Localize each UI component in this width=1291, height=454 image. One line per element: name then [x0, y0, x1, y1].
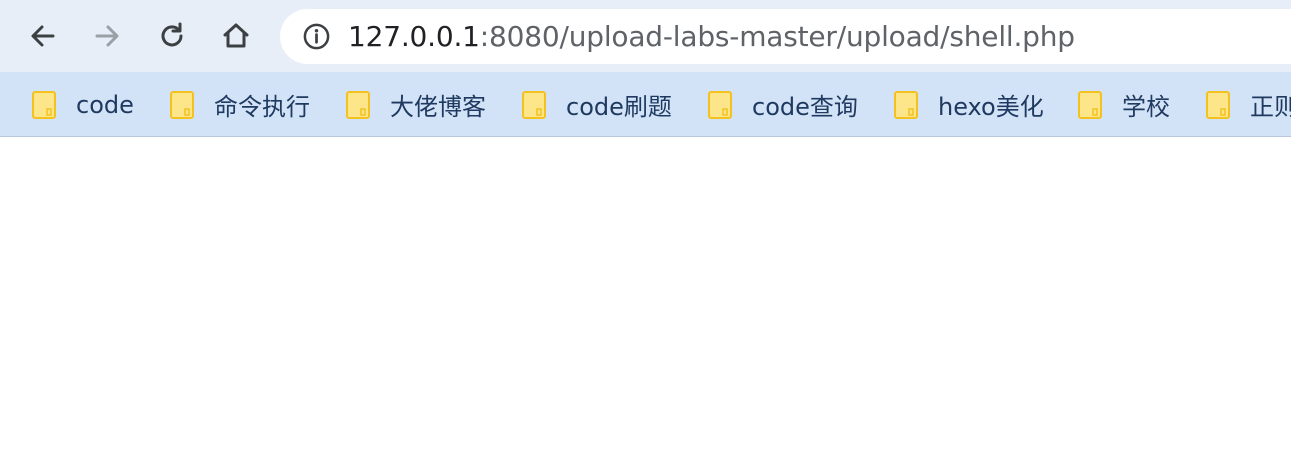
- url-host: 127.0.0.1: [348, 20, 480, 53]
- bookmark-folder[interactable]: code查询: [708, 72, 858, 136]
- bookmark-folder[interactable]: 正则: [1206, 72, 1291, 136]
- bookmark-folder[interactable]: code刷题: [522, 72, 672, 136]
- folder-icon: [32, 90, 56, 119]
- bookmark-folder[interactable]: 学校: [1078, 72, 1170, 136]
- bookmark-label: code查询: [752, 93, 858, 121]
- page-content: [0, 138, 1291, 454]
- back-button[interactable]: [22, 15, 64, 57]
- reload-button[interactable]: [151, 15, 193, 57]
- folder-icon: [708, 90, 732, 119]
- bookmark-folder[interactable]: 命令执行: [170, 72, 310, 136]
- info-icon[interactable]: [302, 22, 331, 51]
- bookmark-label: code刷题: [566, 93, 672, 121]
- folder-icon: [170, 90, 194, 119]
- arrow-left-icon: [31, 25, 55, 47]
- bookmark-label: 大佬博客: [390, 93, 486, 121]
- arrow-right-icon: [95, 25, 119, 47]
- bookmark-folder[interactable]: 大佬博客: [346, 72, 486, 136]
- bookmark-label: hexo美化: [938, 93, 1044, 121]
- folder-icon: [1206, 90, 1230, 119]
- browser-toolbar: 127.0.0.1:8080/upload-labs-master/upload…: [0, 0, 1291, 72]
- bookmark-label: 学校: [1122, 93, 1170, 121]
- bookmarks-bar: code 命令执行 大佬博客 code刷题 code查询 hexo美化 学校 正: [0, 72, 1291, 137]
- folder-icon: [1078, 90, 1102, 119]
- home-button[interactable]: [215, 15, 257, 57]
- folder-icon: [894, 90, 918, 119]
- bookmark-label: code: [76, 90, 134, 119]
- reload-icon: [161, 22, 183, 47]
- folder-icon: [522, 90, 546, 119]
- forward-button[interactable]: [86, 15, 128, 57]
- home-icon: [223, 23, 249, 48]
- bookmark-folder[interactable]: code: [32, 72, 134, 136]
- url-path: :8080/upload-labs-master/upload/shell.ph…: [479, 20, 1075, 53]
- bookmark-folder[interactable]: hexo美化: [894, 72, 1044, 136]
- url-text[interactable]: 127.0.0.1:8080/upload-labs-master/upload…: [348, 9, 1075, 64]
- bookmark-label: 正则: [1250, 93, 1291, 121]
- address-bar[interactable]: 127.0.0.1:8080/upload-labs-master/upload…: [280, 9, 1291, 64]
- folder-icon: [346, 90, 370, 119]
- bookmark-label: 命令执行: [214, 93, 310, 121]
